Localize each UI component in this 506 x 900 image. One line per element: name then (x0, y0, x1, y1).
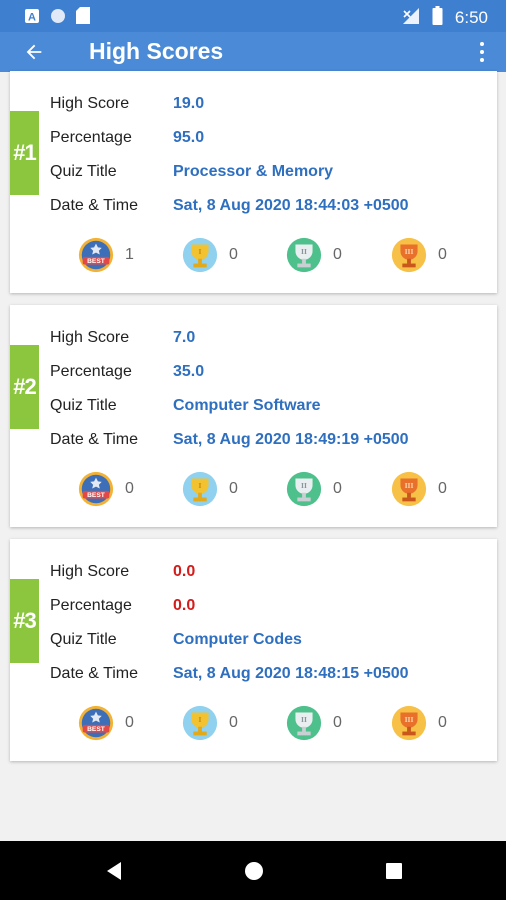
silver-count: 0 (333, 714, 342, 731)
best-badge-icon (77, 236, 115, 274)
rank-badge: #1 (10, 111, 39, 195)
app-bar: High Scores (0, 32, 506, 72)
nav-home-icon (245, 862, 263, 880)
best-count: 0 (125, 480, 134, 497)
percentage-label: Percentage (50, 129, 132, 146)
high-score-label: High Score (50, 329, 130, 346)
best-count: 1 (125, 246, 134, 263)
bronze-count: 0 (438, 246, 447, 263)
nav-home-button[interactable] (242, 859, 266, 883)
bronze-count: 0 (438, 480, 447, 497)
best-award: 0 (77, 703, 134, 743)
bronze-count: 0 (438, 714, 447, 731)
bronze-trophy-icon (390, 236, 428, 274)
system-nav-bar (0, 841, 506, 900)
awards-row: 0 0 0 0 (10, 469, 497, 509)
quiz-title-value: Processor & Memory (173, 163, 334, 180)
gold-trophy-icon (181, 704, 219, 742)
awards-row: 0 0 0 0 (10, 703, 497, 743)
quiz-title-value: Computer Software (173, 397, 321, 414)
high-score-label: High Score (50, 563, 130, 580)
more-options-button[interactable] (470, 36, 494, 68)
svg-text:A: A (28, 11, 36, 23)
date-time-value: Sat, 8 Aug 2020 18:48:15 +0500 (173, 665, 409, 682)
back-button[interactable] (14, 34, 54, 70)
high-score-value: 0.0 (173, 563, 196, 580)
best-award: 1 (77, 235, 134, 275)
app-a-icon: A (24, 8, 40, 29)
nav-recents-icon (386, 863, 402, 879)
gold-count: 0 (229, 714, 238, 731)
bronze-award: 0 (390, 235, 447, 275)
nav-back-button[interactable] (102, 859, 126, 883)
bronze-trophy-icon (390, 470, 428, 508)
status-bar: A 6:50 (0, 0, 506, 32)
gold-trophy-icon (181, 236, 219, 274)
rank-badge: #3 (10, 579, 39, 663)
silver-trophy-icon (285, 470, 323, 508)
percentage-label: Percentage (50, 597, 132, 614)
high-score-value: 7.0 (173, 329, 196, 346)
quiz-title-value: Computer Codes (173, 631, 302, 648)
date-time-value: Sat, 8 Aug 2020 18:49:19 +0500 (173, 431, 409, 448)
quiz-title-label: Quiz Title (50, 631, 117, 648)
percentage-value: 35.0 (173, 363, 205, 380)
silver-award: 0 (285, 235, 342, 275)
awards-row: 1 0 0 0 (10, 235, 497, 275)
score-card: #3 High Score 0.0 Percentage 0.0 Quiz Titl… (10, 539, 497, 761)
gold-count: 0 (229, 246, 238, 263)
battery-icon (432, 6, 443, 30)
nav-back-icon (107, 862, 121, 880)
date-time-value: Sat, 8 Aug 2020 18:44:03 +0500 (173, 197, 409, 214)
best-badge-icon (77, 470, 115, 508)
date-time-label: Date & Time (50, 431, 139, 448)
status-time: 6:50 (454, 8, 488, 27)
percentage-label: Percentage (50, 363, 132, 380)
silver-award: 0 (285, 703, 342, 743)
silver-count: 0 (333, 480, 342, 497)
gold-count: 0 (229, 480, 238, 497)
bronze-award: 0 (390, 469, 447, 509)
quiz-title-label: Quiz Title (50, 163, 117, 180)
percentage-value: 95.0 (173, 129, 205, 146)
bronze-award: 0 (390, 703, 447, 743)
high-score-label: High Score (50, 95, 130, 112)
signal-icon (402, 7, 420, 30)
best-badge-icon (77, 704, 115, 742)
bronze-trophy-icon (390, 704, 428, 742)
gold-trophy-icon (181, 470, 219, 508)
high-score-value: 19.0 (173, 95, 205, 112)
gold-award: 0 (181, 469, 238, 509)
gold-award: 0 (181, 235, 238, 275)
more-vert-icon (480, 42, 484, 46)
date-time-label: Date & Time (50, 665, 139, 682)
best-award: 0 (77, 469, 134, 509)
quiz-title-label: Quiz Title (50, 397, 117, 414)
silver-trophy-icon (285, 704, 323, 742)
silver-award: 0 (285, 469, 342, 509)
score-card: #2 High Score 7.0 Percentage 35.0 Quiz Tit… (10, 305, 497, 527)
rank-badge: #2 (10, 345, 39, 429)
score-card: #1 High Score 19.0 Percentage 95.0 Quiz Ti… (10, 71, 497, 293)
sd-card-icon (76, 7, 90, 29)
circle-status-icon (50, 8, 66, 29)
silver-count: 0 (333, 246, 342, 263)
best-count: 0 (125, 714, 134, 731)
gold-award: 0 (181, 703, 238, 743)
date-time-label: Date & Time (50, 197, 139, 214)
nav-recents-button[interactable] (382, 859, 406, 883)
silver-trophy-icon (285, 236, 323, 274)
page-title: High Scores (89, 38, 224, 64)
arrow-back-icon (26, 44, 42, 60)
percentage-value: 0.0 (173, 597, 196, 614)
